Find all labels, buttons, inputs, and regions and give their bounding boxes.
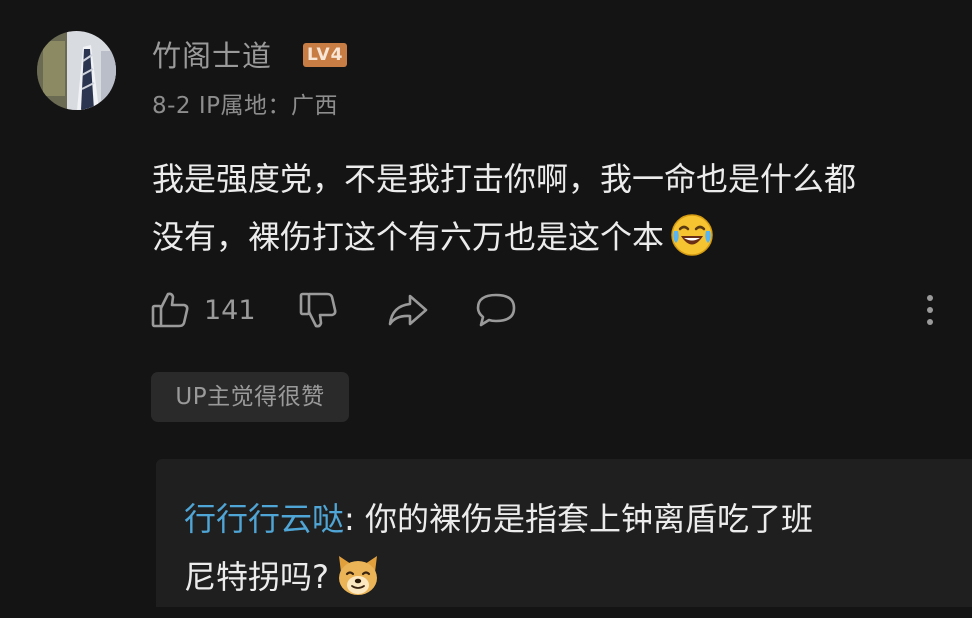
more-button[interactable] bbox=[920, 288, 940, 332]
thumb-up-icon bbox=[150, 290, 190, 330]
reply-username[interactable]: 行行行云哒 bbox=[184, 500, 344, 538]
avatar[interactable] bbox=[37, 31, 116, 110]
up-liked-tag: UP主觉得很赞 bbox=[151, 372, 349, 422]
comment-username[interactable]: 竹阁士道 bbox=[152, 36, 272, 76]
reply-preview-text: 行行行云哒: 你的裸伤是指套上钟离盾吃了班 尼特拐吗? bbox=[184, 490, 944, 606]
reply-separator: : bbox=[344, 500, 365, 538]
share-button[interactable] bbox=[386, 288, 430, 332]
comment-actions: 141 bbox=[150, 288, 950, 332]
reply-text-line-1: 你的裸伤是指套上钟离盾吃了班 bbox=[364, 500, 813, 538]
comment-content-line-1: 我是强度党，不是我打击你啊，我一命也是什么都 bbox=[152, 160, 857, 198]
reply-button[interactable] bbox=[474, 288, 518, 332]
doge-emoji-icon bbox=[333, 550, 383, 600]
comment-icon bbox=[474, 290, 518, 330]
share-icon bbox=[386, 290, 430, 330]
level-badge: LV4 bbox=[303, 43, 348, 67]
reply-line-1: 行行行云哒: 你的裸伤是指套上钟离盾吃了班 bbox=[184, 490, 944, 548]
like-count: 141 bbox=[204, 294, 256, 326]
thumb-down-icon bbox=[298, 290, 338, 330]
reply-line-2: 尼特拐吗? bbox=[184, 548, 944, 606]
comment-content-line-2: 没有，裸伤打这个有六万也是这个本 bbox=[152, 208, 972, 266]
like-button[interactable]: 141 bbox=[150, 288, 256, 332]
more-vertical-icon bbox=[920, 290, 940, 330]
reply-text-line-2: 尼特拐吗? bbox=[184, 558, 329, 596]
dislike-button[interactable] bbox=[298, 288, 338, 332]
comment-meta: 8-2 IP属地：广西 bbox=[152, 93, 339, 119]
comment-content: 我是强度党，不是我打击你啊，我一命也是什么都 没有，裸伤打这个有六万也是这个本 bbox=[152, 150, 972, 266]
comment-content-line-2-text: 没有，裸伤打这个有六万也是这个本 bbox=[152, 218, 665, 256]
laugh-cry-emoji-icon bbox=[670, 213, 714, 257]
